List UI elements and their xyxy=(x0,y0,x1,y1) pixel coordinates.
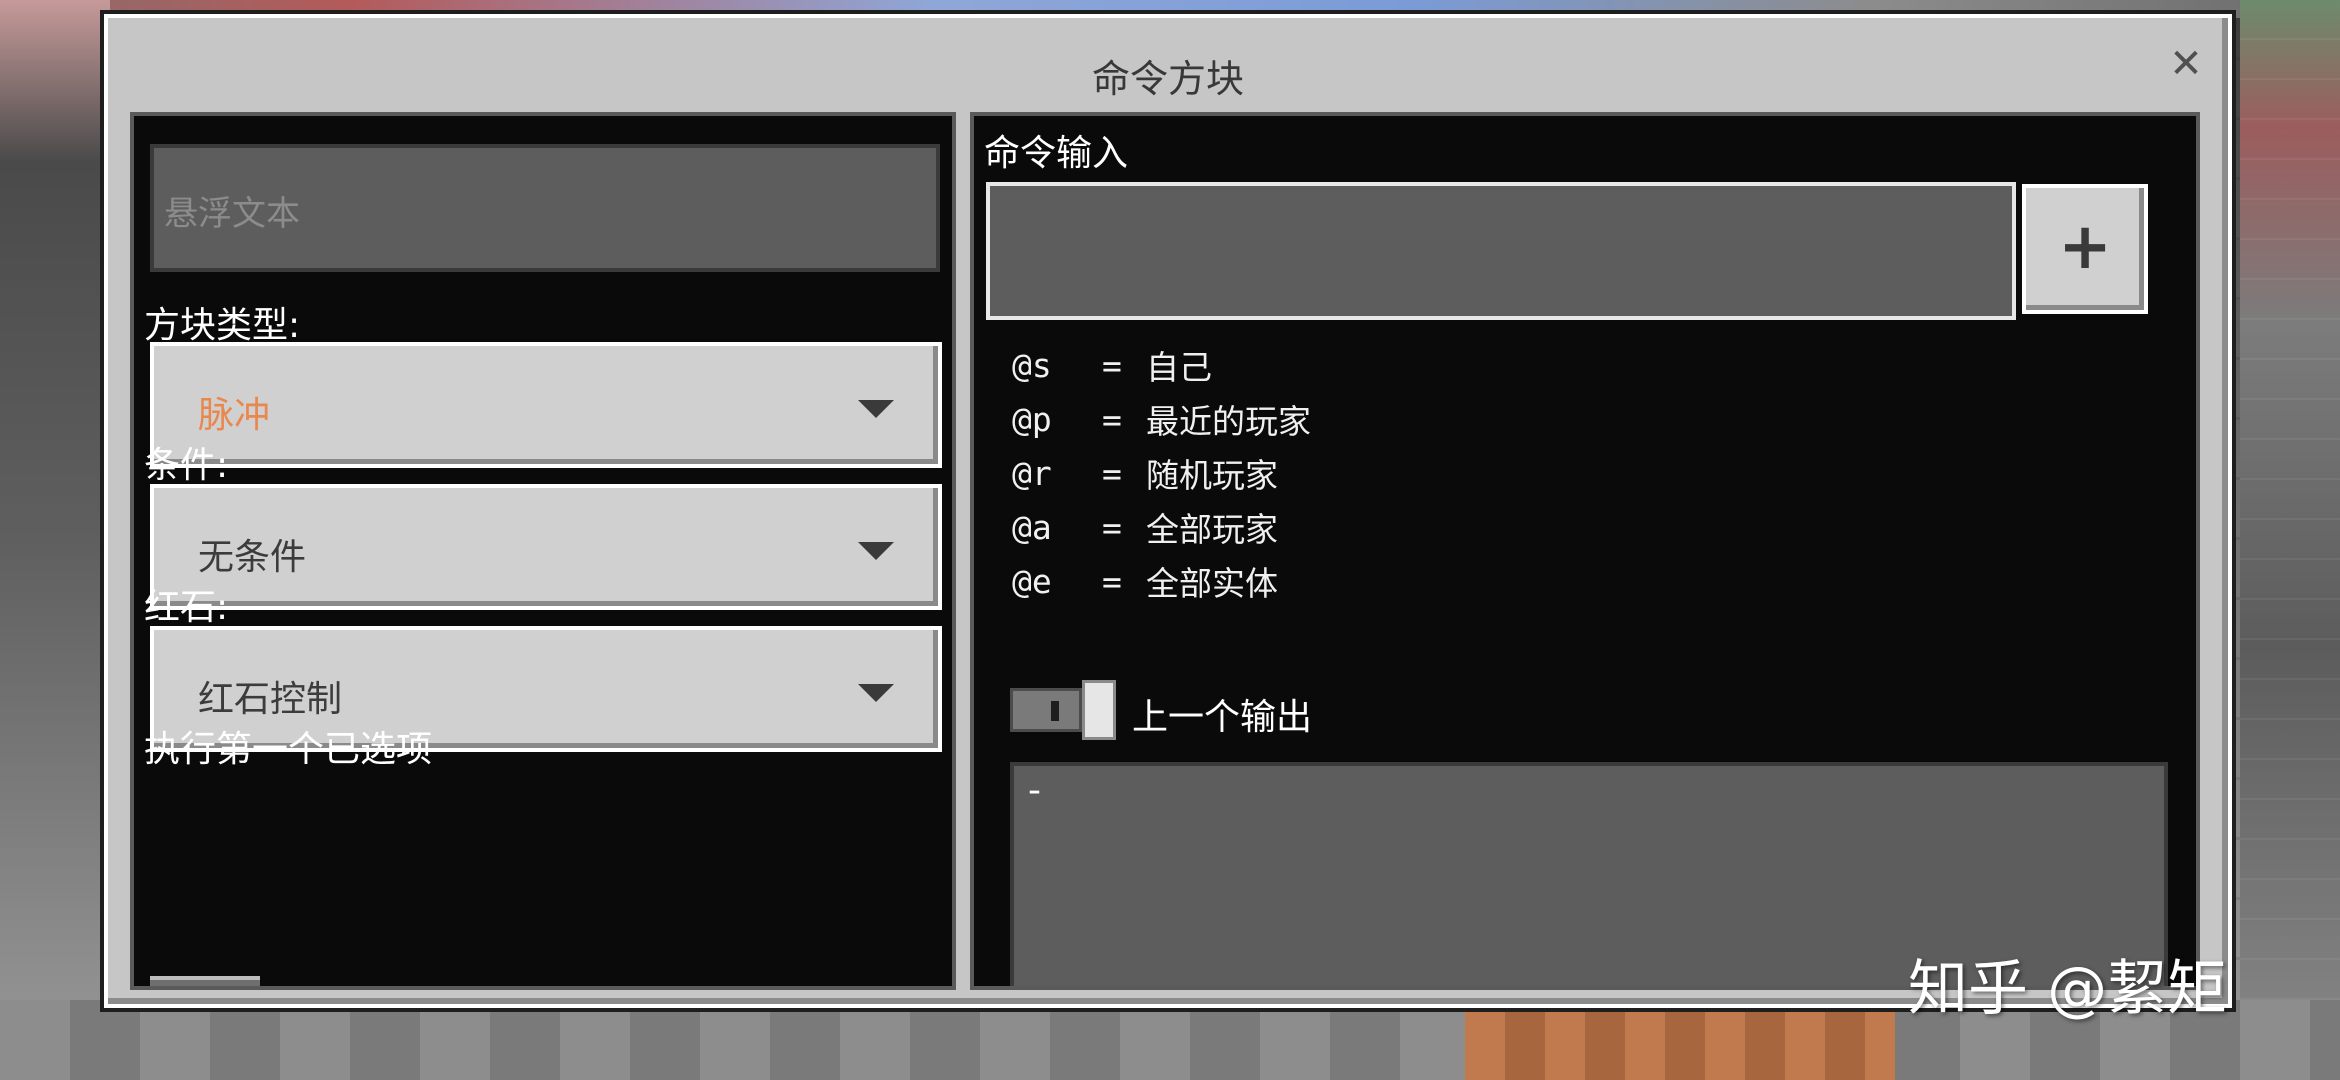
equals-sign: = xyxy=(1102,453,1122,493)
chevron-down-icon xyxy=(858,684,894,702)
chevron-down-icon xyxy=(858,542,894,560)
previous-output-toggle[interactable] xyxy=(1010,680,1120,740)
selector-description: 全部玩家 xyxy=(1146,510,1278,549)
add-command-button[interactable]: + xyxy=(2022,184,2148,314)
equals-sign: = xyxy=(1102,507,1122,547)
selector-description: 自己 xyxy=(1146,348,1212,387)
selector-code: @e xyxy=(1012,561,1052,601)
list-item: @s = 自己 xyxy=(1012,338,1311,392)
block-type-label: 方块类型: xyxy=(144,305,301,346)
hover-text-input[interactable]: 悬浮文本 xyxy=(150,144,940,272)
selector-code: @s xyxy=(1012,345,1052,385)
toggle-track xyxy=(1010,688,1082,732)
equals-sign: = xyxy=(1102,345,1122,385)
redstone-value: 红石控制 xyxy=(198,679,343,720)
condition-value: 无条件 xyxy=(198,537,307,578)
list-item: @r = 随机玩家 xyxy=(1012,446,1311,500)
execute-first-label: 执行第一个已选项 xyxy=(144,729,433,770)
toggle-knob[interactable] xyxy=(1082,680,1116,740)
block-type-dropdown[interactable]: 脉冲 xyxy=(150,342,942,468)
selector-code: @p xyxy=(1012,399,1052,439)
command-block-dialog: 命令方块 ✕ 悬浮文本 方块类型: 脉冲 条件: 无条件 红石: 红石控制 执行… xyxy=(100,10,2236,1012)
command-input[interactable] xyxy=(986,182,2016,320)
watermark: 知乎 @絜矩 xyxy=(1908,954,2228,1024)
selector-description: 随机玩家 xyxy=(1146,456,1278,495)
background-right-wall xyxy=(2240,0,2340,1080)
previous-output-label: 上一个输出 xyxy=(1132,697,1313,738)
selector-code: @r xyxy=(1012,453,1052,493)
dialog-title: 命令方块 xyxy=(1091,57,1244,101)
equals-sign: = xyxy=(1102,399,1122,439)
execute-first-toggle[interactable] xyxy=(150,976,260,986)
settings-panel: 悬浮文本 方块类型: 脉冲 条件: 无条件 红石: 红石控制 执行第一个已选项 xyxy=(130,112,956,990)
list-item: @e = 全部实体 xyxy=(1012,554,1311,608)
list-item: @a = 全部玩家 xyxy=(1012,500,1311,554)
condition-label: 条件: xyxy=(144,445,229,486)
selector-description: 最近的玩家 xyxy=(1146,402,1311,441)
selector-code: @a xyxy=(1012,507,1052,547)
chevron-down-icon xyxy=(858,400,894,418)
block-type-value: 脉冲 xyxy=(198,395,271,436)
background-left-wall xyxy=(0,0,110,1080)
redstone-label: 红石: xyxy=(144,587,229,628)
selector-help-list: @s = 自己 @p = 最近的玩家 @r = 随机玩家 @a = 全部玩家 @… xyxy=(1012,338,1311,608)
command-panel: 命令输入 + @s = 自己 @p = 最近的玩家 @r = 随机玩家 @a = xyxy=(970,112,2200,990)
condition-dropdown[interactable]: 无条件 xyxy=(150,484,942,610)
background-block xyxy=(1465,1010,1895,1080)
equals-sign: = xyxy=(1102,561,1122,601)
selector-description: 全部实体 xyxy=(1146,564,1278,603)
command-input-label: 命令输入 xyxy=(984,133,1129,174)
list-item: @p = 最近的玩家 xyxy=(1012,392,1311,446)
close-icon[interactable]: ✕ xyxy=(2166,44,2206,84)
